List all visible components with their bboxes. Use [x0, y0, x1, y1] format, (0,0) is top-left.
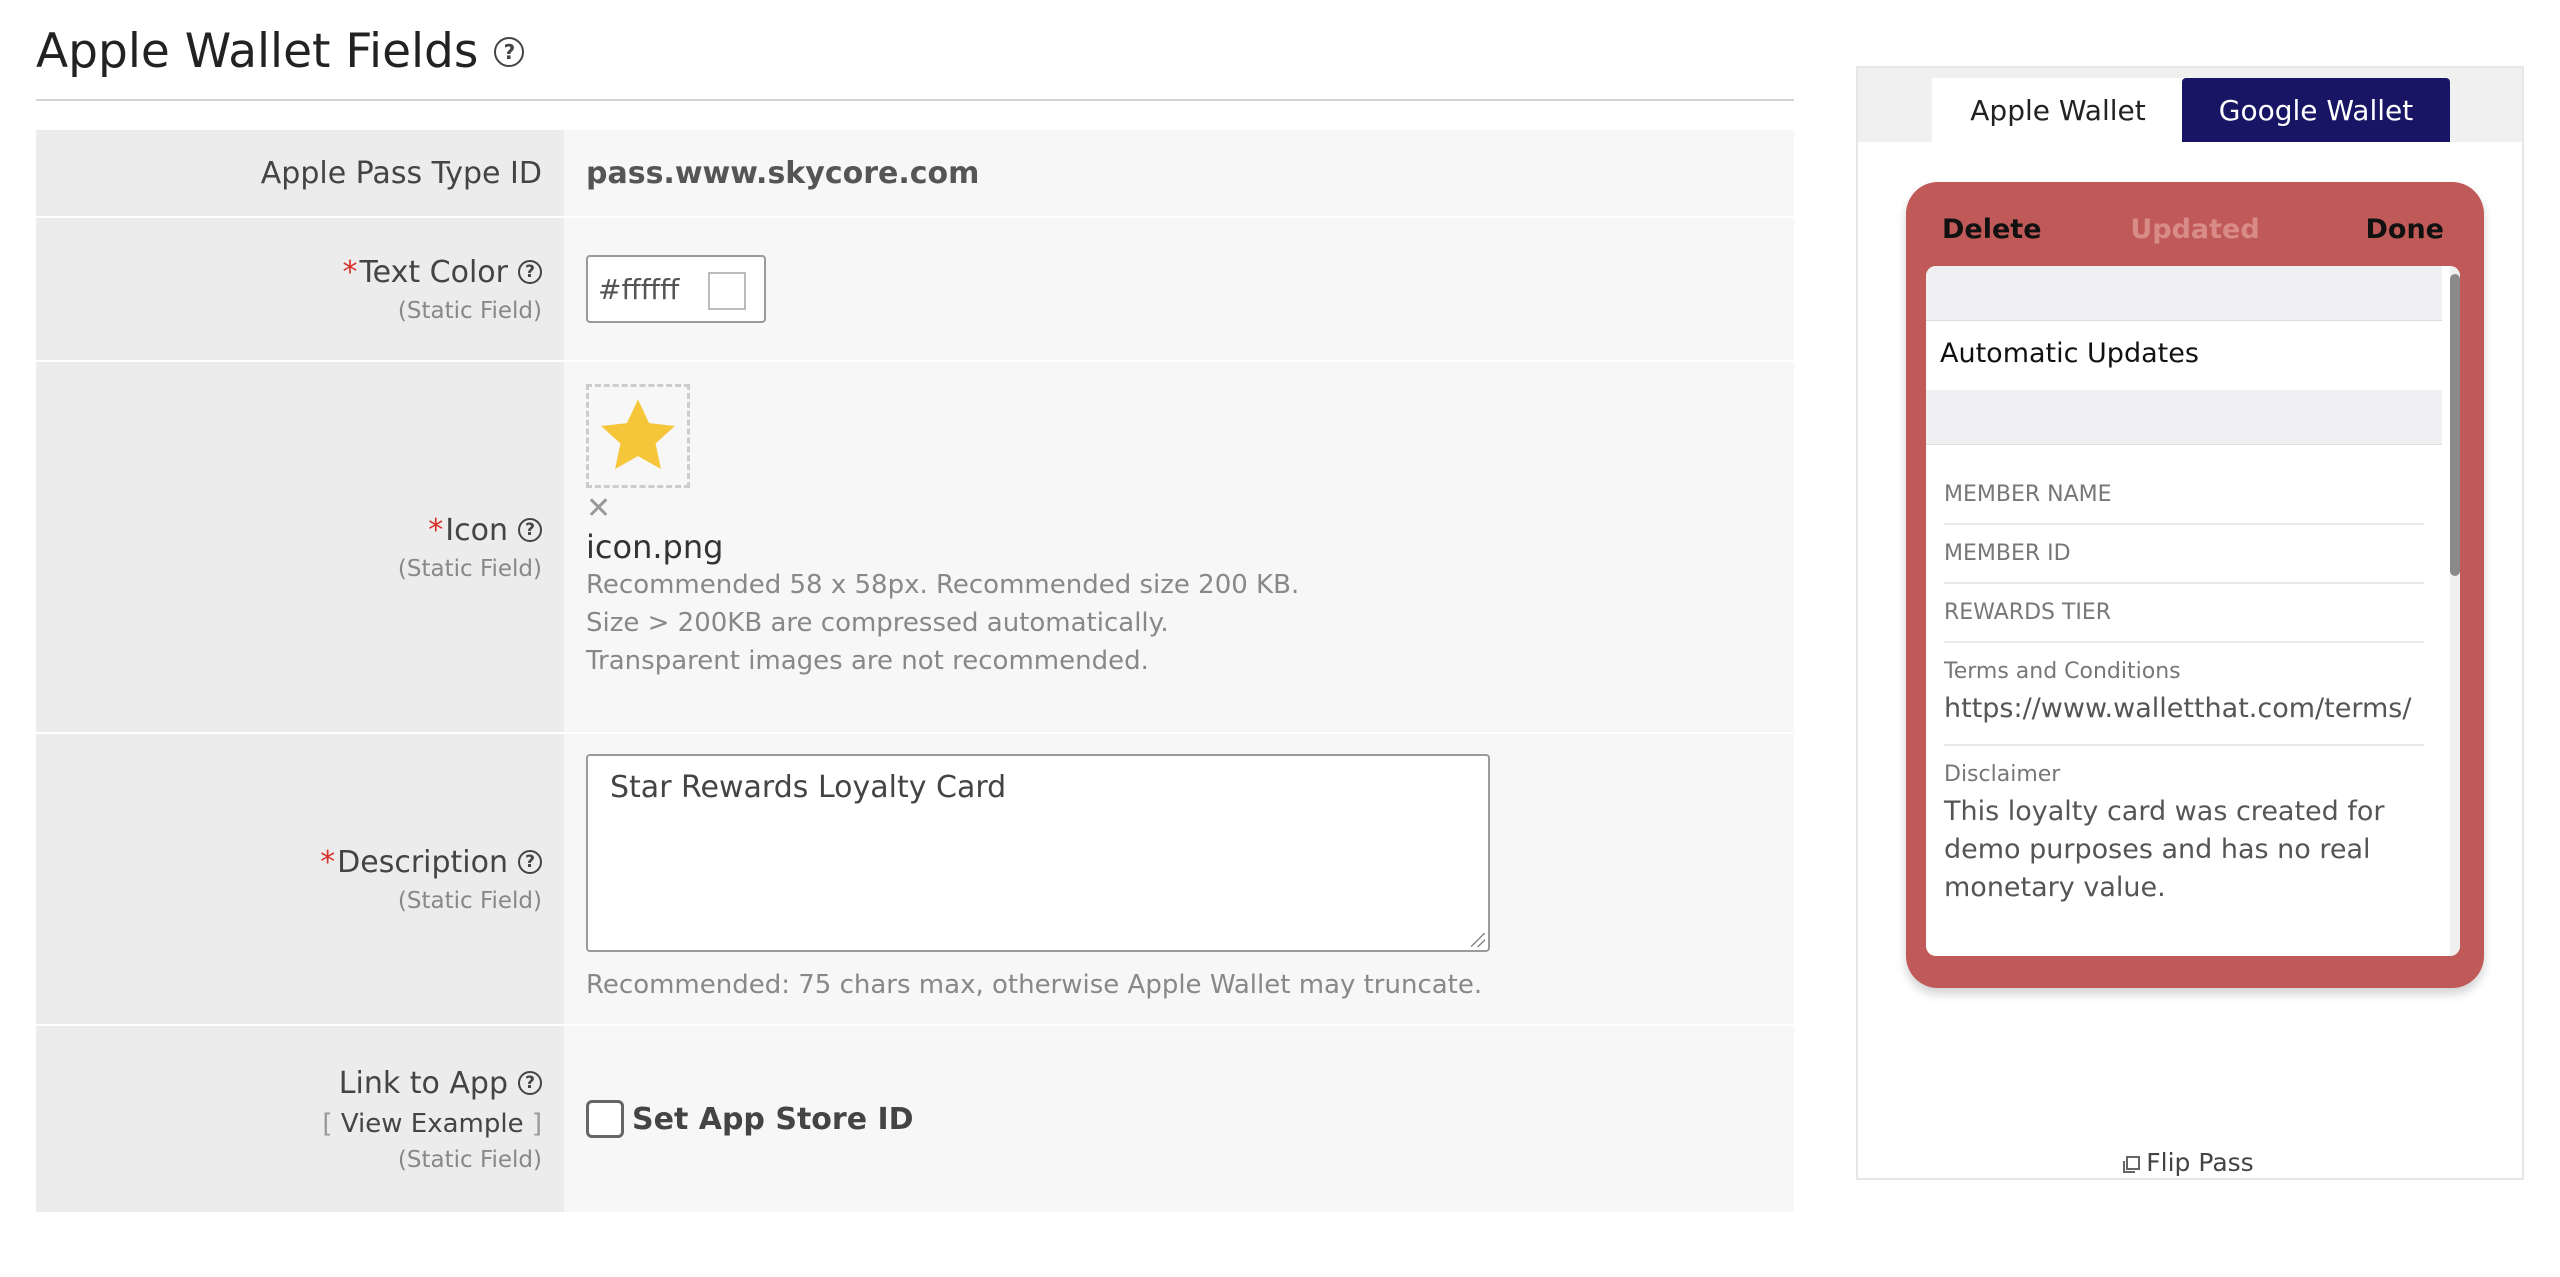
- field-label: MEMBER NAME: [1944, 482, 2112, 507]
- resize-handle[interactable]: [1471, 933, 1485, 947]
- view-example-link[interactable]: View Example: [341, 1109, 524, 1139]
- text-color-value: #ffffff: [598, 272, 680, 306]
- tab-google-wallet[interactable]: Google Wallet: [2182, 78, 2450, 142]
- static-field-note: (Static Field): [397, 887, 542, 914]
- help-icon[interactable]: ?: [518, 850, 542, 874]
- back-field: REWARDS TIER: [1944, 584, 2424, 643]
- icon-upload-preview[interactable]: [586, 384, 690, 488]
- field-label: REWARDS TIER: [1944, 600, 2112, 625]
- value-cell: #ffffff: [564, 218, 1794, 360]
- icon-filename: icon.png: [586, 528, 724, 566]
- app-store-id-label[interactable]: Set App Store ID: [632, 1102, 914, 1137]
- value-cell: Star Rewards Loyalty Card Recommended: 7…: [564, 734, 1794, 1024]
- text-color-input[interactable]: #ffffff: [586, 255, 766, 323]
- field-label: Disclaimer: [1944, 762, 2061, 787]
- label-cell: *Description ? (Static Field): [36, 734, 564, 1024]
- wallet-tabs: Apple Wallet Google Wallet: [1858, 68, 2522, 142]
- description-textarea[interactable]: Star Rewards Loyalty Card: [586, 754, 1490, 952]
- field-label: MEMBER ID: [1944, 541, 2071, 566]
- done-button[interactable]: Done: [2366, 214, 2445, 245]
- required-marker: *: [428, 512, 444, 548]
- page-title-text: Apple Wallet Fields: [36, 24, 479, 79]
- app-store-id-checkbox[interactable]: [586, 1100, 624, 1138]
- description-label: Description: [337, 844, 508, 880]
- row-description: *Description ? (Static Field) Star Rewar…: [36, 734, 1794, 1026]
- star-icon: [601, 399, 675, 469]
- page-title: Apple Wallet Fields ?: [36, 24, 525, 79]
- delete-button[interactable]: Delete: [1942, 214, 2042, 245]
- help-icon[interactable]: ?: [518, 518, 542, 542]
- section-spacer: [1926, 266, 2442, 321]
- bracket-open: [: [322, 1108, 333, 1139]
- bracket-close: ]: [531, 1108, 542, 1139]
- value-cell: Set App Store ID: [564, 1026, 1794, 1212]
- static-field-note: (Static Field): [397, 297, 542, 324]
- card-header: Delete Updated Done: [1906, 214, 2484, 258]
- flip-icon: [2123, 1155, 2141, 1173]
- pass-card-back: Delete Updated Done Automatic Updates ME…: [1906, 182, 2484, 988]
- value-cell: ✕ icon.png Recommended 58 x 58px. Recomm…: [564, 362, 1794, 732]
- app-store-id-toggle[interactable]: Set App Store ID: [586, 1100, 1794, 1138]
- scrollbar-thumb[interactable]: [2450, 274, 2460, 576]
- description-value: Star Rewards Loyalty Card: [610, 770, 1007, 805]
- required-marker: *: [320, 844, 336, 880]
- title-divider: [36, 99, 1794, 101]
- updated-label: Updated: [2130, 214, 2260, 245]
- text-color-label: Text Color: [359, 254, 508, 290]
- back-field: MEMBER ID: [1944, 525, 2424, 584]
- label-cell: Link to App ? [ View Example ] (Static F…: [36, 1026, 564, 1212]
- pass-preview-panel: Apple Wallet Google Wallet Delete Update…: [1856, 66, 2524, 1180]
- icon-label: Icon: [445, 512, 508, 548]
- help-icon[interactable]: ?: [518, 1071, 542, 1095]
- static-field-note: (Static Field): [397, 555, 542, 582]
- row-text-color: *Text Color ? (Static Field) #ffffff: [36, 218, 1794, 362]
- label-cell: *Icon ? (Static Field): [36, 362, 564, 732]
- pass-type-label: Apple Pass Type ID: [260, 155, 542, 191]
- description-hint: Recommended: 75 chars max, otherwise App…: [586, 970, 1483, 1000]
- pass-type-value: pass.www.skycore.com: [586, 155, 980, 191]
- back-field: Terms and Conditions https://www.wallett…: [1944, 643, 2424, 746]
- label-cell: *Text Color ? (Static Field): [36, 218, 564, 360]
- help-icon[interactable]: ?: [494, 36, 525, 67]
- value-cell: pass.www.skycore.com: [564, 130, 1794, 216]
- card-back-content: Automatic Updates MEMBER NAME MEMBER ID …: [1926, 266, 2460, 956]
- back-field: MEMBER NAME: [1944, 466, 2424, 525]
- color-swatch[interactable]: [708, 272, 746, 310]
- view-example: [ View Example ]: [322, 1109, 542, 1139]
- row-pass-type-id: Apple Pass Type ID pass.www.skycore.com: [36, 130, 1794, 218]
- row-icon: *Icon ? (Static Field) ✕ icon.png Recomm…: [36, 362, 1794, 734]
- label-cell: Apple Pass Type ID: [36, 130, 564, 216]
- icon-hint-size: Recommended 58 x 58px. Recommended size …: [586, 570, 1300, 600]
- flip-pass-button[interactable]: Flip Pass: [1858, 1148, 2522, 1177]
- flip-pass-label: Flip Pass: [2146, 1148, 2254, 1177]
- required-marker: *: [342, 254, 358, 290]
- help-icon[interactable]: ?: [518, 260, 542, 284]
- remove-icon[interactable]: ✕: [586, 494, 1794, 524]
- back-fields: MEMBER NAME MEMBER ID REWARDS TIER Terms…: [1944, 466, 2424, 923]
- apple-wallet-form: Apple Pass Type ID pass.www.skycore.com …: [36, 130, 1794, 1214]
- section-spacer: [1926, 390, 2442, 445]
- back-field: Disclaimer This loyalty card was created…: [1944, 746, 2424, 923]
- scrollbar[interactable]: [2450, 266, 2460, 956]
- field-value[interactable]: https://www.walletthat.com/terms/: [1944, 690, 2424, 728]
- icon-hint-compress: Size > 200KB are compressed automaticall…: [586, 608, 1169, 638]
- row-link-to-app: Link to App ? [ View Example ] (Static F…: [36, 1026, 1794, 1214]
- static-field-note: (Static Field): [397, 1146, 542, 1173]
- field-label: Terms and Conditions: [1944, 659, 2181, 684]
- field-value: This loyalty card was created for demo p…: [1944, 796, 2385, 903]
- icon-hint-transparent: Transparent images are not recommended.: [586, 646, 1149, 676]
- tab-apple-wallet[interactable]: Apple Wallet: [1932, 78, 2184, 142]
- automatic-updates-row[interactable]: Automatic Updates: [1940, 338, 2199, 369]
- link-to-app-label: Link to App: [338, 1065, 508, 1101]
